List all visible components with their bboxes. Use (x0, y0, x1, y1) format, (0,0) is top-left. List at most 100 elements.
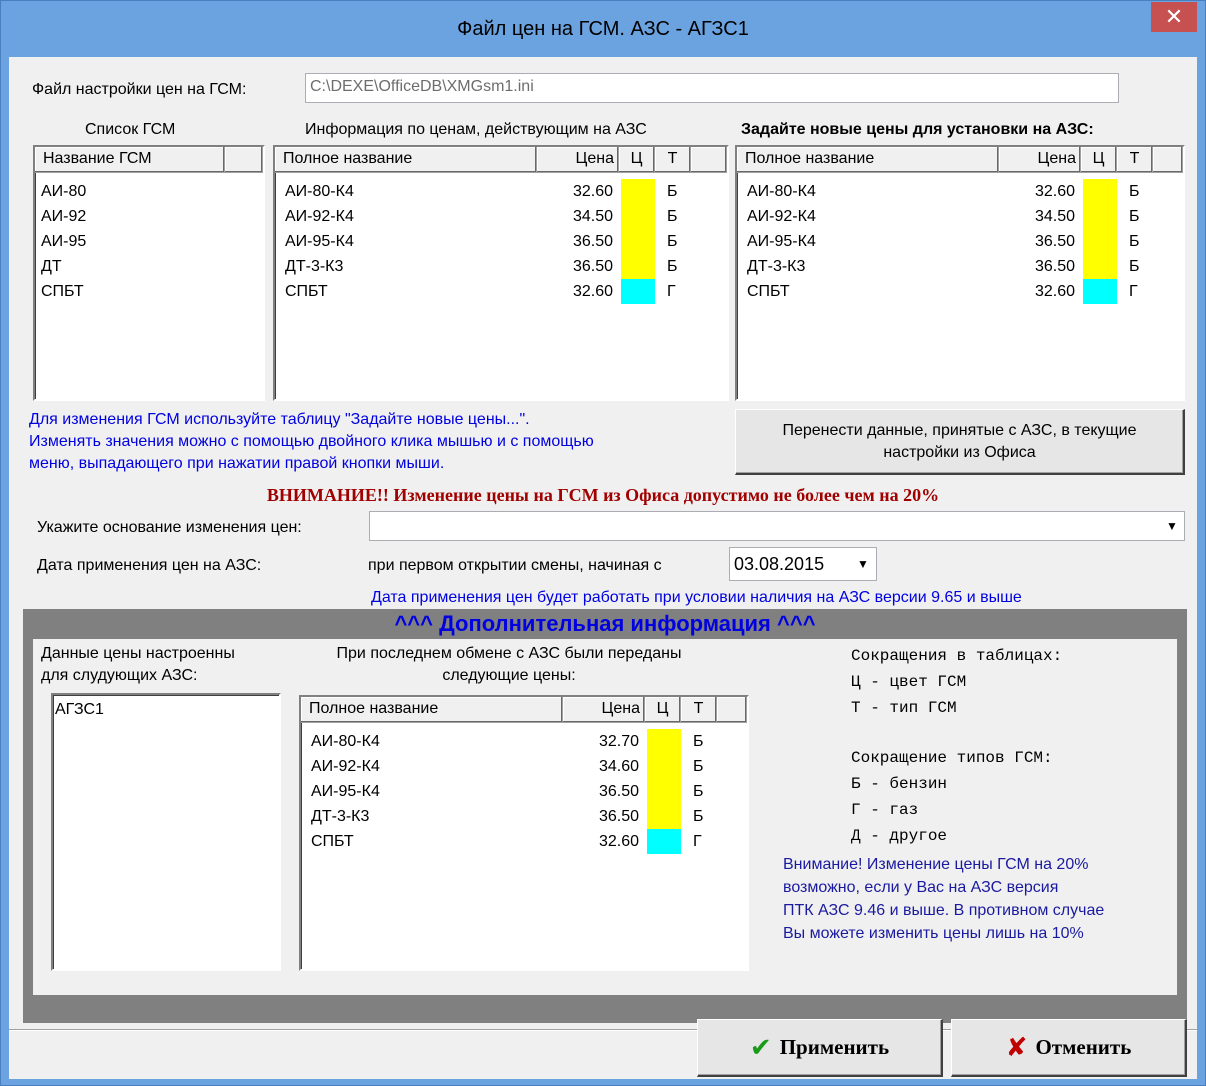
legend-line: Б - бензин (851, 775, 948, 793)
stations-list[interactable]: АГЗС1 (51, 693, 281, 971)
col-header-color[interactable]: Ц (1081, 147, 1117, 173)
cell-name: ДТ-3-К3 (311, 808, 370, 825)
edit-hint-line: меню, выпадающего при нажатии правой кно… (29, 455, 445, 472)
cell-name: АИ-95-К4 (747, 233, 816, 250)
cell-type: Б (1129, 233, 1140, 250)
table-row[interactable]: АИ-95-К4 36.50 Б (275, 229, 715, 254)
version-attention-note: Внимание! Изменение цены ГСМ на 20% возм… (783, 853, 1104, 945)
list-item[interactable]: АИ-95 (41, 229, 86, 254)
col-header-color[interactable]: Ц (645, 697, 681, 723)
table-row[interactable]: АИ-92-К4 34.60 Б (301, 754, 741, 779)
table-row[interactable]: ДТ-3-К3 36.50 Б (737, 254, 1177, 279)
col-header-full-name[interactable]: Полное название (275, 147, 537, 173)
current-prices-table[interactable]: Полное название Цена Ц Т АИ-80-К4 32.60 … (273, 145, 729, 401)
cell-price: 32.60 (1034, 183, 1075, 200)
chevron-down-icon[interactable]: ▼ (1161, 513, 1183, 539)
stations-caption-line: Данные цены настроенны (41, 645, 235, 662)
table-row[interactable]: СПБТ 32.60 Г (275, 279, 715, 304)
attention-line: ПТК АЗС 9.46 и выше. В противном случае (783, 902, 1105, 919)
col-header-type[interactable]: Т (681, 697, 717, 723)
list-item[interactable]: ДТ (41, 254, 62, 279)
table-row[interactable]: СПБТ 32.60 Г (737, 279, 1177, 304)
cell-color-swatch (621, 229, 655, 254)
dialog-client: Файл настройки цен на ГСМ: C:\DEXE\Offic… (9, 57, 1197, 1079)
list-item[interactable]: АИ-80 (41, 179, 86, 204)
table-row[interactable]: АИ-92-К4 34.50 Б (275, 204, 715, 229)
col-header-price[interactable]: Цена (537, 147, 619, 173)
cell-color-swatch (647, 754, 681, 779)
cell-color-swatch (1083, 254, 1117, 279)
col-header-price[interactable]: Цена (999, 147, 1081, 173)
list-item[interactable]: СПБТ (41, 279, 84, 304)
table-row[interactable]: ДТ-3-К3 36.50 Б (301, 804, 741, 829)
calendar-dropdown-icon[interactable]: ▼ (851, 549, 875, 579)
cell-name: ДТ-3-К3 (747, 258, 806, 275)
list-item[interactable]: АИ-92 (41, 204, 86, 229)
cell-type: Г (693, 833, 702, 850)
apply-button[interactable]: ✔ Применить (697, 1019, 943, 1077)
col-header-type[interactable]: Т (655, 147, 691, 173)
fuel-list-table[interactable]: Название ГСМ АИ-80 АИ-92 АИ-95 ДТ СПБТ (33, 145, 265, 401)
cell-color-swatch (1083, 204, 1117, 229)
col-header-color[interactable]: Ц (619, 147, 655, 173)
table-row[interactable]: ДТ-3-К3 36.50 Б (275, 254, 715, 279)
cell-type: Б (667, 233, 678, 250)
edit-hint-line: Для изменения ГСМ используйте таблицу "З… (29, 411, 530, 428)
current-prices-caption: Информация по ценам, действующим на АЗС (305, 121, 647, 138)
legend-line: Т - тип ГСМ (851, 699, 957, 717)
cell-name: АИ-80-К4 (311, 733, 380, 750)
legend-line: Ц - цвет ГСМ (851, 673, 967, 691)
cell-type: Б (693, 733, 704, 750)
apply-date-value: 03.08.2015 (734, 554, 825, 574)
table-row[interactable]: АИ-95-К4 36.50 Б (301, 779, 741, 804)
edit-hint-line: Изменять значения можно с помощью двойно… (29, 433, 594, 450)
apply-date-note: Дата применения цен будет работать при у… (371, 589, 1022, 606)
title-bar[interactable]: Файл цен на ГСМ. АЗС - АГЗС1 ✕ (1, 1, 1205, 57)
close-button[interactable]: ✕ (1151, 2, 1197, 32)
list-item[interactable]: АГЗС1 (55, 697, 104, 722)
cell-type: Г (667, 283, 676, 300)
legend-line: Сокращения в таблицах: (851, 647, 1063, 665)
cell-color-swatch (647, 779, 681, 804)
table-row[interactable]: АИ-80-К4 32.60 Б (275, 179, 715, 204)
settings-file-field[interactable]: C:\DEXE\OfficeDB\XMGsm1.ini (305, 73, 1119, 103)
cross-icon: ✘ (1005, 1032, 1028, 1063)
col-header-filler (691, 147, 727, 173)
last-exchange-table[interactable]: Полное название Цена Ц Т АИ-80-К4 32.70 … (299, 695, 749, 971)
fuel-list-header[interactable]: Название ГСМ (35, 147, 225, 173)
table-row[interactable]: СПБТ 32.60 Г (301, 829, 741, 854)
cancel-button[interactable]: ✘ Отменить (951, 1019, 1187, 1077)
last-exchange-caption-line: следующие цены: (442, 667, 576, 684)
col-header-filler (717, 697, 747, 723)
price-change-warning: ВНИМАНИЕ!! Изменение цены на ГСМ из Офис… (266, 485, 940, 505)
cell-price: 36.50 (598, 783, 639, 800)
reason-combobox[interactable]: ▼ (369, 511, 1185, 541)
cell-price: 36.50 (572, 258, 613, 275)
table-row[interactable]: АИ-92-К4 34.50 Б (737, 204, 1177, 229)
cell-name: АИ-92-К4 (285, 208, 354, 225)
cell-type: Б (1129, 208, 1140, 225)
cell-type: Б (667, 208, 678, 225)
new-prices-table[interactable]: Полное название Цена Ц Т АИ-80-К4 32.60 … (735, 145, 1185, 401)
cell-type: Г (1129, 283, 1138, 300)
transfer-data-button[interactable]: Перенести данные, принятые с АЗС, в теку… (735, 409, 1185, 475)
apply-date-picker[interactable]: 03.08.2015 ▼ (729, 547, 877, 581)
table-row[interactable]: АИ-80-К4 32.70 Б (301, 729, 741, 754)
col-header-price[interactable]: Цена (563, 697, 645, 723)
table-row[interactable]: АИ-80-К4 32.60 Б (737, 179, 1177, 204)
cell-price: 32.60 (572, 183, 613, 200)
col-header-type[interactable]: Т (1117, 147, 1153, 173)
table-row[interactable]: АИ-95-К4 36.50 Б (737, 229, 1177, 254)
new-prices-caption: Задайте новые цены для установки на АЗС: (741, 121, 1094, 138)
col-header-full-name[interactable]: Полное название (301, 697, 563, 723)
cell-name: АИ-95-К4 (285, 233, 354, 250)
cell-color-swatch (621, 204, 655, 229)
cell-type: Б (667, 183, 678, 200)
reason-label: Укажите основание изменения цен: (37, 519, 302, 536)
legend-line: Д - другое (851, 827, 948, 845)
col-header-full-name[interactable]: Полное название (737, 147, 999, 173)
attention-line: возможно, если у Вас на АЗС версия (783, 879, 1059, 896)
stations-caption: Данные цены настроенны для слудующих АЗС… (41, 643, 235, 687)
cell-type: Б (667, 258, 678, 275)
cell-type: Б (693, 758, 704, 775)
